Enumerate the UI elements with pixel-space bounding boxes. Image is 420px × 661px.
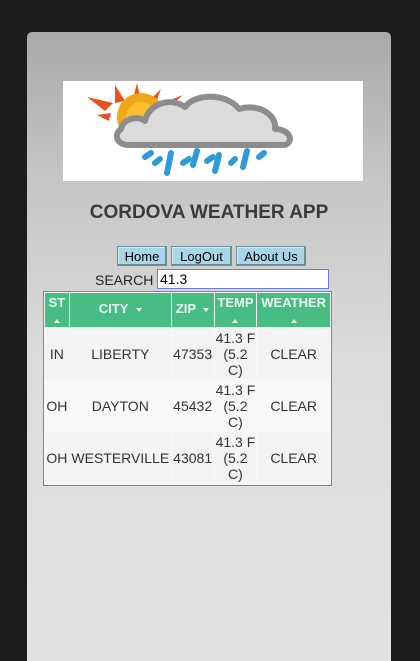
cell-zip: 47353 xyxy=(170,327,215,380)
cell-city: WESTERVILLE xyxy=(68,431,172,484)
column-header-temp[interactable]: TEMP xyxy=(213,292,258,328)
column-header-st[interactable]: ST xyxy=(44,292,70,328)
cell-temp: 41.3 F (5.2 C) xyxy=(213,431,258,484)
search-label: SEARCH xyxy=(95,272,154,288)
column-header-zip[interactable]: ZIP xyxy=(170,292,215,328)
rain-drops xyxy=(142,148,267,176)
cell-temp: 41.3 F (5.2 C) xyxy=(213,327,258,380)
sort-up-icon xyxy=(232,319,239,323)
sort-down-icon xyxy=(135,307,142,312)
column-header-weather[interactable]: WEATHER xyxy=(256,292,331,328)
table-header-row: ST CITY ZIP TEMP WEATHER xyxy=(44,292,331,328)
results-table: ST CITY ZIP TEMP WEATHER IN LIBERTY 4735… xyxy=(44,292,331,484)
sort-up-icon xyxy=(53,319,60,323)
column-label-st: ST xyxy=(48,295,66,310)
sort-down-icon xyxy=(203,307,210,312)
search-input[interactable] xyxy=(157,269,329,289)
cell-weather: CLEAR xyxy=(256,379,331,432)
cell-state: IN xyxy=(44,327,70,380)
cell-weather: CLEAR xyxy=(256,327,331,380)
cell-city: DAYTON xyxy=(68,379,172,432)
column-label-wrap-city: CITY xyxy=(70,293,171,325)
column-label-temp: TEMP xyxy=(217,295,254,310)
column-label-wrap-zip: ZIP xyxy=(172,293,214,325)
sort-up-icon xyxy=(290,319,297,323)
logout-button[interactable]: LogOut xyxy=(171,246,232,266)
column-label-city: CITY xyxy=(98,301,129,316)
results-table-container: ST CITY ZIP TEMP WEATHER IN LIBERTY 4735… xyxy=(43,291,332,486)
about-us-button[interactable]: About Us xyxy=(236,246,306,266)
cell-state: OH xyxy=(44,379,70,432)
cell-zip: 45432 xyxy=(170,379,215,432)
cell-temp: 41.3 F (5.2 C) xyxy=(213,379,258,432)
cell-city: LIBERTY xyxy=(68,327,172,380)
column-label-weather: WEATHER xyxy=(261,295,327,310)
cell-weather: CLEAR xyxy=(256,431,331,484)
column-header-city[interactable]: CITY xyxy=(68,292,172,328)
table-row[interactable]: OH WESTERVILLE 43081 41.3 F (5.2 C) CLEA… xyxy=(44,431,331,484)
home-button[interactable]: Home xyxy=(117,246,167,266)
cell-zip: 43081 xyxy=(170,431,215,484)
sun-cloud-rain-icon xyxy=(87,83,293,176)
app-container: CORDOVA WEATHER APP Home LogOut About Us… xyxy=(27,32,391,661)
cell-state: OH xyxy=(44,431,70,484)
weather-logo xyxy=(63,81,363,181)
page-title: CORDOVA WEATHER APP xyxy=(89,202,329,223)
table-row[interactable]: IN LIBERTY 47353 41.3 F (5.2 C) CLEAR xyxy=(44,327,331,380)
column-label-zip: ZIP xyxy=(175,301,196,316)
table-row[interactable]: OH DAYTON 45432 41.3 F (5.2 C) CLEAR xyxy=(44,379,331,432)
